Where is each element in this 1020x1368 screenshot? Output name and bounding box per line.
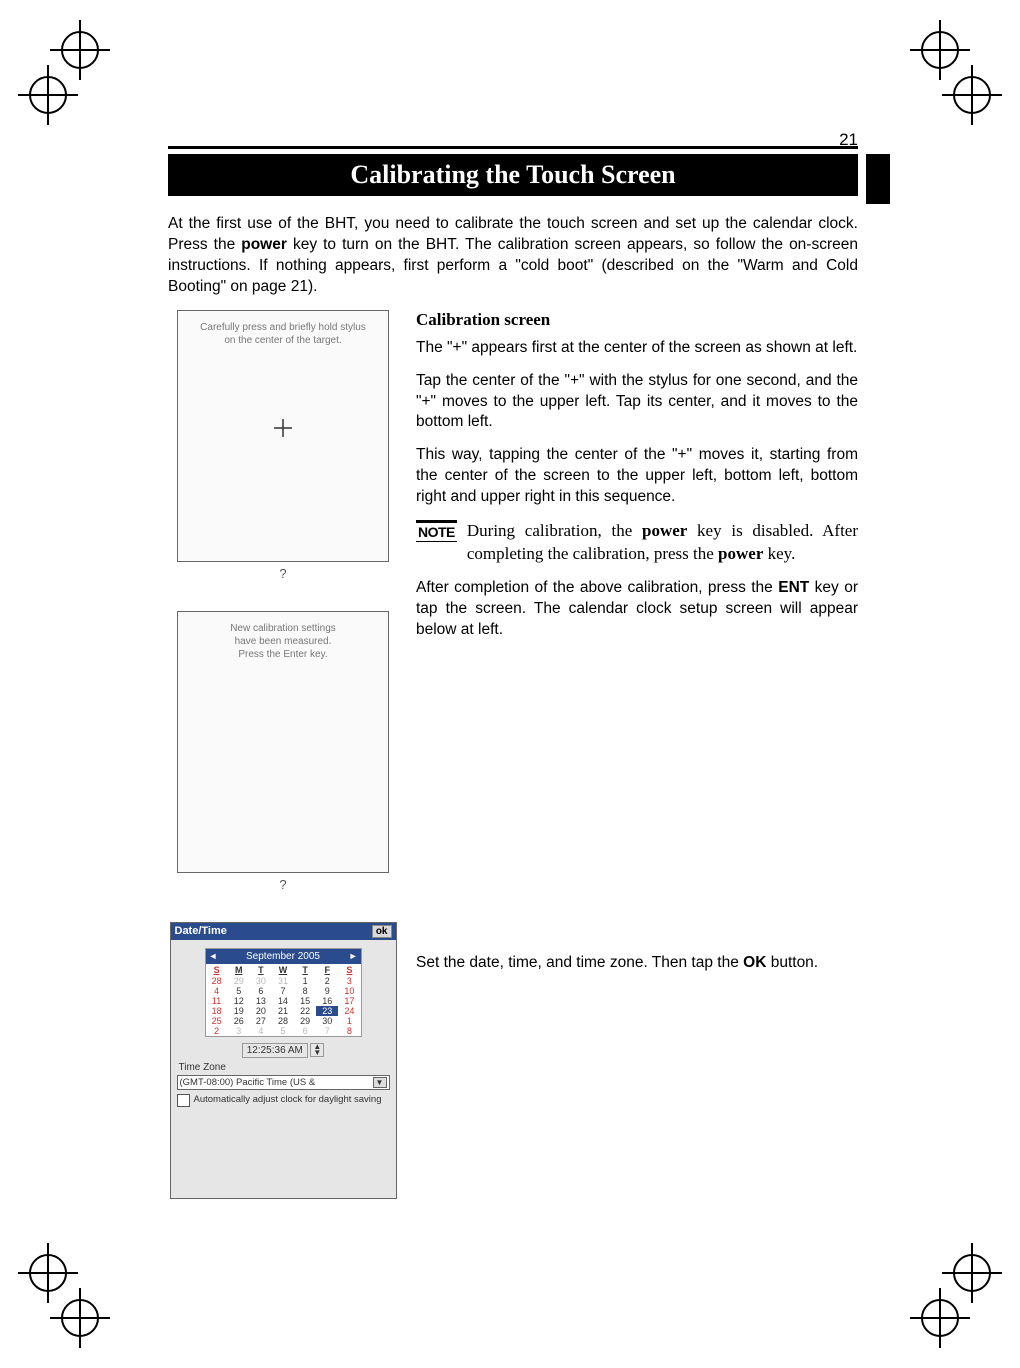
screenshot-text: Press the Enter key.: [238, 649, 327, 660]
crop-mark-icon: [18, 1243, 78, 1303]
calendar-cell[interactable]: 8: [338, 1026, 360, 1036]
calendar-cell[interactable]: 4: [250, 1026, 272, 1036]
timezone-select[interactable]: (GMT-08:00) Pacific Time (US & ▼: [177, 1075, 390, 1090]
calendar-grid[interactable]: SMTWTFS282930311234567891011121314151617…: [206, 964, 361, 1036]
calendar-cell[interactable]: 9: [316, 986, 338, 996]
calendar-cell[interactable]: 18: [206, 1006, 228, 1016]
calendar-cell[interactable]: 17: [338, 996, 360, 1006]
body-paragraph: After completion of the above calibratio…: [416, 578, 858, 641]
calibration-screenshot-2: New calibration settings have been measu…: [177, 611, 389, 873]
ok-button[interactable]: ok: [372, 925, 392, 938]
calendar-dow: F: [316, 964, 338, 976]
intro-paragraph: At the first use of the BHT, you need to…: [168, 214, 858, 298]
calendar-cell[interactable]: 24: [338, 1006, 360, 1016]
screenshot-text: on the center of the target.: [224, 335, 341, 346]
timezone-label: Time Zone: [179, 1062, 390, 1073]
section-title: Calibrating the Touch Screen: [168, 154, 858, 196]
daylight-checkbox[interactable]: [177, 1094, 190, 1107]
calendar-cell[interactable]: 3: [228, 1026, 250, 1036]
screenshot-caption: ?: [168, 877, 398, 892]
crop-mark-icon: [942, 1243, 1002, 1303]
time-spinner[interactable]: ▲▼: [310, 1043, 324, 1057]
calendar-cell[interactable]: 8: [294, 986, 316, 996]
calendar-cell[interactable]: 13: [250, 996, 272, 1006]
calendar-cell[interactable]: 26: [228, 1016, 250, 1026]
datetime-screenshot: Date/Time ok ◄ September 2005 ► SMTWTFS2…: [170, 922, 397, 1199]
screenshot-text: New calibration settings: [230, 623, 336, 634]
note-text: During calibration, the power key is dis…: [467, 520, 858, 566]
calendar-cell[interactable]: 28: [206, 976, 228, 986]
crop-mark-icon: [942, 65, 1002, 125]
calendar-cell[interactable]: 3: [338, 976, 360, 986]
calendar-dow: M: [228, 964, 250, 976]
calendar-cell[interactable]: 7: [316, 1026, 338, 1036]
screenshot-text: have been measured.: [235, 636, 332, 647]
calendar-dow: T: [250, 964, 272, 976]
calendar-dow: T: [294, 964, 316, 976]
calendar-cell[interactable]: 15: [294, 996, 316, 1006]
calendar-cell[interactable]: 12: [228, 996, 250, 1006]
note-icon: NOTE: [416, 520, 457, 542]
calendar-cell[interactable]: 23: [316, 1006, 338, 1016]
crosshair-icon: [272, 417, 294, 445]
calendar-cell[interactable]: 21: [272, 1006, 294, 1016]
calendar-cell[interactable]: 25: [206, 1016, 228, 1026]
screenshot-caption: ?: [168, 566, 398, 581]
datetime-window-title: Date/Time: [175, 925, 227, 938]
calendar-cell[interactable]: 11: [206, 996, 228, 1006]
dropdown-icon[interactable]: ▼: [373, 1077, 387, 1088]
calibration-heading: Calibration screen: [416, 310, 858, 330]
crop-mark-icon: [18, 65, 78, 125]
time-input[interactable]: 12:25:36 AM: [242, 1043, 308, 1058]
calendar-cell[interactable]: 22: [294, 1006, 316, 1016]
calendar-cell[interactable]: 20: [250, 1006, 272, 1016]
calendar-cell[interactable]: 16: [316, 996, 338, 1006]
timezone-value: (GMT-08:00) Pacific Time (US &: [180, 1077, 316, 1088]
calendar-dow: W: [272, 964, 294, 976]
calendar-cell[interactable]: 28: [272, 1016, 294, 1026]
body-paragraph: The "+" appears first at the center of t…: [416, 338, 858, 359]
next-month-icon[interactable]: ►: [346, 951, 361, 961]
calendar-cell[interactable]: 10: [338, 986, 360, 996]
calendar-cell[interactable]: 6: [294, 1026, 316, 1036]
screenshot-text: Carefully press and briefly hold stylus: [200, 322, 366, 333]
calendar-dow: S: [338, 964, 360, 976]
calendar-cell[interactable]: 2: [206, 1026, 228, 1036]
calendar-month-label: September 2005: [246, 951, 320, 962]
calendar-cell[interactable]: 7: [272, 986, 294, 996]
calendar-dow: S: [206, 964, 228, 976]
calendar-cell[interactable]: 31: [272, 976, 294, 986]
calendar-cell[interactable]: 19: [228, 1006, 250, 1016]
body-paragraph: Tap the center of the "+" with the stylu…: [416, 371, 858, 434]
calendar-cell[interactable]: 5: [272, 1026, 294, 1036]
prev-month-icon[interactable]: ◄: [206, 951, 221, 961]
calendar-cell[interactable]: 6: [250, 986, 272, 996]
calendar-cell[interactable]: 29: [228, 976, 250, 986]
calendar-cell[interactable]: 4: [206, 986, 228, 996]
calendar[interactable]: ◄ September 2005 ► SMTWTFS28293031123456…: [205, 948, 362, 1037]
daylight-checkbox-label: Automatically adjust clock for daylight …: [194, 1094, 382, 1105]
calibration-screenshot-1: Carefully press and briefly hold stylus …: [177, 310, 389, 562]
note-block: NOTE During calibration, the power key i…: [416, 520, 858, 566]
calendar-cell[interactable]: 1: [294, 976, 316, 986]
calendar-cell[interactable]: 2: [316, 976, 338, 986]
calendar-cell[interactable]: 30: [316, 1016, 338, 1026]
calendar-cell[interactable]: 5: [228, 986, 250, 996]
calendar-cell[interactable]: 27: [250, 1016, 272, 1026]
calendar-cell[interactable]: 14: [272, 996, 294, 1006]
calendar-cell[interactable]: 1: [338, 1016, 360, 1026]
body-paragraph: This way, tapping the center of the "+" …: [416, 445, 858, 508]
body-paragraph: Set the date, time, and time zone. Then …: [416, 953, 858, 974]
calendar-cell[interactable]: 29: [294, 1016, 316, 1026]
calendar-cell[interactable]: 30: [250, 976, 272, 986]
